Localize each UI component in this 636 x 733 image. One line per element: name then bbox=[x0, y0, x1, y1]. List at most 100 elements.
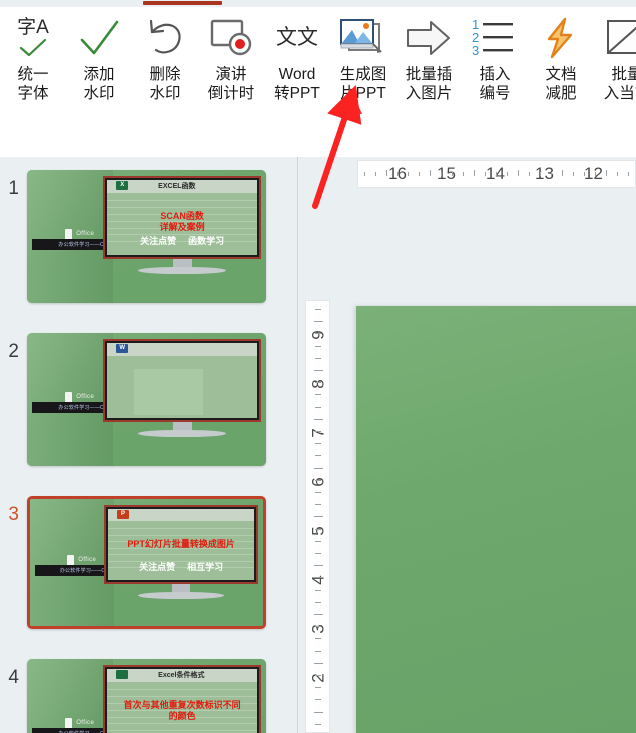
slide-content-area bbox=[107, 355, 257, 418]
slide-headline-line1: PPT幻灯片批量转换成图片 bbox=[127, 538, 235, 549]
ribbon-item-batch-insert-cur[interactable]: 批量入当前 bbox=[594, 7, 636, 121]
slide-thumbnail-item[interactable]: 1 Office 办公软件学习——Office技巧 X EXCEL函数 SCAN… bbox=[0, 170, 297, 322]
office-logo: Office bbox=[65, 717, 95, 729]
slide-canvas-area[interactable] bbox=[339, 300, 636, 733]
slide-thumbnail[interactable]: Office 办公软件学习——Office技巧 P PPT幻灯片批量转换成图片 … bbox=[27, 496, 266, 629]
slide-headline-line2: 详解及案例 bbox=[159, 222, 205, 233]
ribbon-label-line1: 生成图 bbox=[339, 66, 387, 83]
screen-record-icon bbox=[210, 19, 252, 56]
ruler-tick bbox=[315, 528, 321, 530]
ruler-tick bbox=[463, 172, 464, 176]
slide-footer-text: 关注点赞 相互学习 bbox=[108, 560, 254, 573]
ribbon-item-image-to-ppt[interactable]: 生成图 片PPT bbox=[330, 7, 396, 121]
ribbon-item-list: 字A 统一 字体 添加 水印 删除 水印 演讲 倒计时 文文 Word 转PPT 生成图 片PP… bbox=[0, 7, 636, 121]
ribbon-item-remove-watermark[interactable]: 删除 水印 bbox=[132, 7, 198, 121]
ruler-tick bbox=[452, 172, 453, 176]
numbered-list-icon: 1 2 3 bbox=[466, 13, 524, 63]
screen-record-icon bbox=[202, 13, 260, 63]
ruler-tick bbox=[606, 170, 607, 176]
monitor-illustration: P PPT幻灯片批量转换成图片 关注点赞 相互学习 bbox=[104, 505, 258, 602]
ribbon-label-line2: 入当前 bbox=[603, 85, 636, 102]
app-badge-icon: W bbox=[116, 344, 129, 354]
ribbon-label-line2: 倒计时 bbox=[207, 85, 255, 102]
slide-number: 3 bbox=[8, 504, 19, 525]
picture-slide-icon bbox=[334, 13, 392, 63]
ruler-tick bbox=[315, 675, 321, 676]
ruler-tick bbox=[474, 170, 475, 176]
ruler-tick-label: 7 bbox=[308, 428, 328, 438]
slide-footer-text: 关注点赞 函数学习 bbox=[107, 234, 257, 247]
ruler-tick bbox=[315, 443, 321, 445]
ribbon-item-word-to-ppt[interactable]: 文文 Word 转PPT bbox=[264, 7, 330, 121]
vertical-ruler: 98765432 bbox=[305, 300, 330, 733]
monitor-frame: P PPT幻灯片批量转换成图片 关注点赞 相互学习 bbox=[104, 505, 258, 585]
ruler-tick bbox=[529, 172, 530, 176]
ruler-tick bbox=[315, 723, 321, 725]
slide-thumbnail[interactable]: Office 办公软件学习——Office技巧 W bbox=[27, 333, 266, 466]
svg-text:3: 3 bbox=[472, 43, 479, 58]
slide-content-area: SCAN函数 详解及案例 关注点赞 函数学习 bbox=[107, 192, 257, 255]
slide-content-area: 首次与其他重复次数标识不同 的颜色 bbox=[107, 681, 257, 733]
document-page-preview bbox=[134, 369, 204, 416]
ribbon-item-doc-slim[interactable]: 文档 减肥 bbox=[528, 7, 594, 121]
office-logo-label: Office bbox=[76, 231, 95, 238]
ruler-tick bbox=[430, 170, 431, 176]
ribbon-label-line1: 批量 bbox=[611, 66, 636, 83]
ppt-plugin-window: 字A 统一 字体 添加 水印 删除 水印 演讲 倒计时 文文 Word 转PPT 生成图 片PP… bbox=[0, 0, 636, 733]
font-check-icon: 字A bbox=[4, 13, 62, 63]
slide-thumbnail[interactable]: Office 办公软件学习——Office技巧 Excel条件格式 bbox=[27, 659, 266, 733]
ribbon-item-unify-font[interactable]: 字A 统一 字体 bbox=[0, 7, 66, 121]
ribbon-item-label: 插入 编号 bbox=[479, 65, 510, 103]
ribbon-item-batch-insert-image[interactable]: 批量插 入图片 bbox=[396, 7, 462, 121]
office-logo-label: Office bbox=[76, 720, 95, 727]
monitor-illustration: Excel条件格式 首次与其他重复次数标识不同 的颜色 bbox=[103, 665, 261, 733]
right-arrow-icon bbox=[400, 13, 458, 63]
ruler-tick bbox=[315, 492, 321, 493]
ruler-tick bbox=[314, 467, 323, 469]
picture-slide-icon bbox=[340, 19, 382, 53]
current-slide-surface[interactable] bbox=[356, 306, 636, 733]
slide-thumbnail-item[interactable]: 3 Office 办公软件学习——Office技巧 P PPT幻灯片批量转换成图… bbox=[0, 496, 297, 648]
text-text-glyph: 文文 bbox=[276, 26, 318, 49]
website-banner: 官方网站： www.excelbbx.net/ppt bbox=[0, 121, 636, 274]
slide-thumbnail[interactable]: Office 办公软件学习——Office技巧 X EXCEL函数 SCAN函数… bbox=[27, 170, 266, 303]
slide-footer-right: 相互学习 bbox=[187, 562, 224, 573]
ruler-tick bbox=[496, 172, 497, 176]
active-tab-indicator[interactable] bbox=[143, 1, 222, 5]
ruler-tick bbox=[315, 577, 321, 579]
ribbon-item-insert-number[interactable]: 1 2 3 插入 编号 bbox=[462, 7, 528, 121]
ruler-tick bbox=[375, 172, 376, 176]
ruler-tick bbox=[315, 431, 321, 432]
undo-arrow-icon bbox=[136, 13, 194, 63]
ruler-tick bbox=[315, 333, 321, 335]
ribbon-item-label: Word 转PPT bbox=[274, 65, 320, 103]
lightning-bolt-icon bbox=[532, 13, 590, 63]
ribbon-toolbar: 字A 统一 字体 添加 水印 删除 水印 演讲 倒计时 文文 Word 转PPT 生成图 片PP… bbox=[0, 7, 636, 121]
slide-thumbnail-item[interactable]: 2 Office 办公软件学习——Office技巧 W bbox=[0, 333, 297, 485]
ribbon-label-line2: 水印 bbox=[149, 85, 181, 102]
ruler-tick bbox=[315, 406, 321, 408]
ruler-tick bbox=[314, 370, 323, 371]
ribbon-label-line2: 编号 bbox=[479, 85, 511, 102]
office-logo-icon bbox=[65, 717, 73, 729]
horizontal-ruler: 1615141312 bbox=[357, 160, 636, 188]
ribbon-item-speech-countdown[interactable]: 演讲 倒计时 bbox=[198, 7, 264, 121]
ribbon-item-add-watermark[interactable]: 添加 水印 bbox=[66, 7, 132, 121]
pane-divider[interactable] bbox=[297, 157, 298, 733]
ruler-tick bbox=[315, 357, 321, 359]
ribbon-item-label: 添加 水印 bbox=[83, 65, 114, 103]
slide-headline: PPT幻灯片批量转换成图片 bbox=[108, 539, 254, 550]
app-badge-icon: P bbox=[116, 510, 129, 520]
ribbon-label-line2: 转PPT bbox=[274, 85, 320, 102]
ruler-tick bbox=[315, 504, 321, 506]
ruler-tick bbox=[315, 394, 321, 396]
app-titlebar: Excel条件格式 bbox=[107, 669, 257, 683]
office-logo-icon bbox=[65, 228, 73, 240]
ruler-tick bbox=[617, 172, 618, 176]
ruler-tick bbox=[314, 418, 323, 420]
ruler-tick bbox=[315, 699, 321, 701]
monitor-illustration: W bbox=[103, 339, 261, 440]
slide-thumbnail-pane[interactable]: 1 Office 办公软件学习——Office技巧 X EXCEL函数 SCAN… bbox=[0, 157, 297, 733]
slide-thumbnail-item[interactable]: 4 Office 办公软件学习——Office技巧 bbox=[0, 659, 297, 733]
ruler-tick bbox=[315, 345, 321, 347]
